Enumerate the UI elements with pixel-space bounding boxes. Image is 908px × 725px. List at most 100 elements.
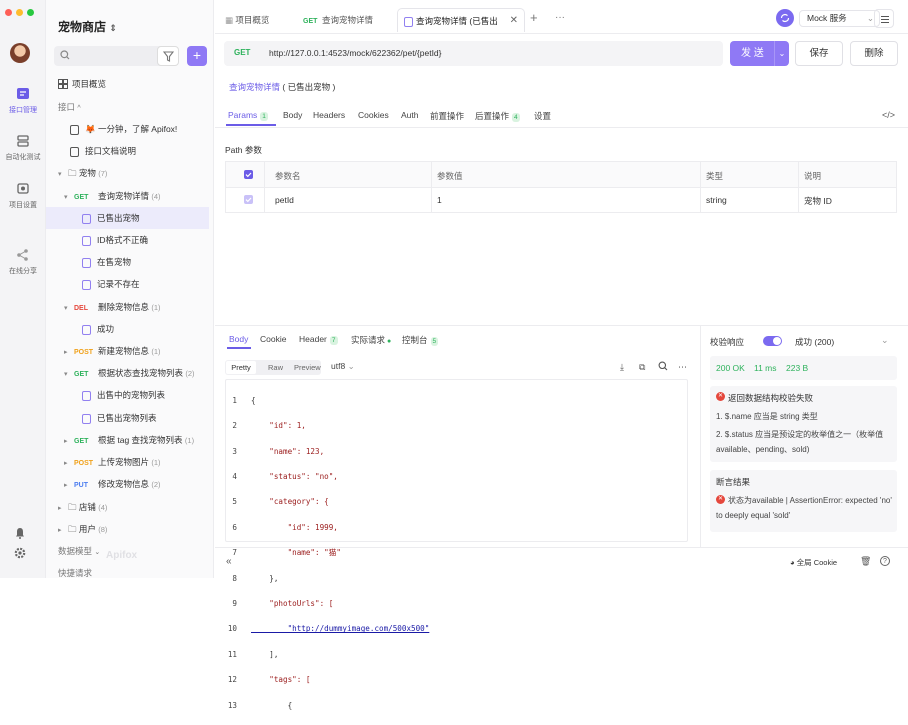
tab-headers[interactable]: Headers — [313, 110, 345, 120]
copy-icon[interactable]: ⧉ — [639, 362, 645, 373]
tree-api-get-pet[interactable]: ▾ GET 查询宠物详情 (4) — [46, 185, 209, 207]
code-line: 13 { — [227, 700, 293, 710]
tree-case-on-sale[interactable]: 在售宠物 — [46, 251, 209, 273]
method-select[interactable]: GET — [234, 48, 258, 57]
case-icon — [82, 324, 91, 335]
help-icon[interactable]: ? — [880, 556, 890, 566]
search-icon[interactable] — [658, 361, 668, 373]
maximize-window-dot[interactable] — [27, 9, 34, 16]
tree-api-del-pet[interactable]: ▾ DEL 删除宠物信息 (1) — [46, 296, 209, 318]
error-icon: ✕ — [716, 392, 725, 401]
rail-item-settings[interactable]: 项目设置 — [0, 181, 46, 210]
rail-item-api[interactable]: 接口管理 — [0, 86, 46, 115]
avatar[interactable] — [10, 43, 30, 63]
chevron-down-icon[interactable]: ⌄ — [881, 335, 889, 346]
resp-tab-console[interactable]: 控制台 5 — [402, 334, 439, 346]
resp-tab-cookie[interactable]: Cookie — [260, 334, 286, 344]
validation-toggle[interactable] — [763, 336, 782, 346]
rail-item-auto-test[interactable]: 自动化测试 — [0, 133, 46, 162]
sync-icon[interactable] — [776, 9, 794, 27]
section-data-model[interactable]: 数据模型 ⌄ — [58, 545, 100, 557]
tree-item-doc-guide[interactable]: 接口文档说明 — [46, 140, 209, 162]
tree-api-upload-image[interactable]: ▸ POST 上传宠物图片 (1) — [46, 451, 209, 473]
select-all-checkbox[interactable] — [244, 170, 253, 179]
delete-button[interactable]: 删除 — [850, 41, 898, 66]
tree-api-find-by-tag[interactable]: ▸ GET 根据 tag 查找宠物列表 (1) — [46, 429, 209, 451]
chevron-down-icon[interactable]: ⌄ — [774, 41, 789, 66]
section-api[interactable]: 接口 ^ — [58, 101, 81, 113]
tree-case-success[interactable]: 成功 — [46, 318, 209, 340]
tab-post-actions[interactable]: 后置操作 4 — [475, 110, 520, 122]
divider — [215, 127, 908, 128]
assertion-card: 断言结果 ✕ 状态为available | AssertionError: ex… — [710, 470, 897, 532]
breadcrumb-link[interactable]: 查询宠物详情 — [229, 82, 280, 92]
code-line: 9 "photoUrls": [ — [232, 598, 334, 608]
download-icon[interactable]: ⤓ — [620, 362, 624, 373]
tab-get-pet[interactable]: GET 查询宠物详情 — [303, 8, 373, 32]
bell-icon[interactable] — [14, 527, 26, 541]
resp-tab-body[interactable]: Body — [229, 334, 248, 344]
param-value-input[interactable]: 1 — [437, 195, 442, 205]
url-bar[interactable]: GET http://127.0.0.1:4523/mock/622362/pe… — [224, 41, 723, 66]
tab-overview[interactable]: ▦ 项目概览 — [225, 8, 269, 32]
minimize-window-dot[interactable] — [16, 9, 23, 16]
save-button[interactable]: 保存 — [795, 41, 843, 66]
url-input[interactable]: http://127.0.0.1:4523/mock/622362/pet/{p… — [269, 48, 442, 58]
format-preview[interactable]: Preview — [294, 361, 321, 374]
project-title[interactable]: 宠物商店 ⇕ — [58, 18, 117, 35]
tab-pre-actions[interactable]: 前置操作 — [430, 110, 464, 122]
tab-auth[interactable]: Auth — [401, 110, 419, 120]
format-raw[interactable]: Raw — [268, 361, 283, 374]
new-tab-icon[interactable]: + — [530, 10, 538, 25]
global-cookie-button[interactable]: ◕ 全局 Cookie — [790, 557, 837, 568]
tab-params[interactable]: Params 1 — [228, 110, 268, 121]
more-icon[interactable]: ··· — [555, 12, 565, 23]
close-window-dot[interactable] — [5, 9, 12, 16]
tab-sold-case[interactable]: 查询宠物详情 (已售出 ✕ — [397, 8, 525, 32]
tree-folder-pets[interactable]: ▾ 🗀 宠物 (7) — [46, 162, 209, 184]
rail-item-label: 项目设置 — [9, 202, 37, 209]
tab-cookies[interactable]: Cookies — [358, 110, 389, 120]
folder-icon: 🗀 — [68, 524, 79, 534]
validation-label: 校验响应 — [710, 337, 745, 347]
code-line: 5 "category": { — [232, 497, 329, 507]
validation-result-select[interactable]: 成功 (200) — [795, 336, 834, 348]
tree-case-sold-list[interactable]: 已售出宠物列表 — [46, 407, 209, 429]
tree-item-doc-intro[interactable]: 🦊 一分钟，了解 Apifox! — [46, 118, 209, 140]
tab-settings[interactable]: 设置 — [534, 110, 551, 122]
response-size: 223 B — [786, 363, 809, 373]
trash-icon[interactable]: 🗑 — [860, 556, 871, 567]
tree-api-post-pet[interactable]: ▸ POST 新建宠物信息 (1) — [46, 340, 209, 362]
resp-tab-header[interactable]: Header 7 — [299, 334, 338, 345]
tree-api-find-by-status[interactable]: ▾ GET 根据状态查找宠物列表 (2) — [46, 362, 209, 384]
resp-tab-actual-request[interactable]: 实际请求 ● — [351, 334, 391, 346]
format-pretty[interactable]: Pretty — [226, 361, 256, 374]
divider — [215, 325, 908, 326]
tree-case-selling[interactable]: 出售中的宠物列表 — [46, 384, 209, 406]
menu-icon — [881, 15, 889, 24]
active-tab-indicator — [227, 347, 251, 349]
tree-overview[interactable]: 项目概览 — [58, 78, 106, 91]
filter-button[interactable] — [157, 46, 179, 66]
tab-body[interactable]: Body — [283, 110, 302, 120]
tree-case-bad-id[interactable]: ID格式不正确 — [46, 229, 209, 251]
tree-case-not-found[interactable]: 记录不存在 — [46, 273, 209, 295]
code-icon[interactable]: </> — [882, 110, 895, 120]
add-button[interactable]: + — [187, 46, 207, 66]
env-select[interactable]: Mock 服务 ⌄ — [799, 10, 880, 27]
send-button[interactable]: 发 送 ⌄ — [730, 41, 789, 66]
case-icon — [404, 16, 413, 27]
doc-icon — [70, 124, 79, 135]
menu-button[interactable] — [874, 9, 894, 28]
tree-folder-store[interactable]: ▸ 🗀 店铺 (4) — [46, 496, 209, 518]
close-icon[interactable]: ✕ — [510, 9, 518, 33]
tree-case-sold[interactable]: 已售出宠物 — [46, 207, 209, 229]
gear-icon[interactable] — [14, 547, 26, 561]
tree-folder-user[interactable]: ▸ 🗀 用户 (8) — [46, 518, 209, 540]
more-icon[interactable]: ⋯ — [678, 362, 687, 373]
rail-item-share[interactable]: 在线分享 — [0, 247, 46, 276]
tree-api-put-pet[interactable]: ▸ PUT 修改宠物信息 (2) — [46, 473, 209, 495]
encoding-select[interactable]: utf8 ⌄ — [331, 361, 355, 372]
api-icon — [15, 86, 31, 102]
section-quick-request[interactable]: 快捷请求 — [58, 567, 92, 579]
